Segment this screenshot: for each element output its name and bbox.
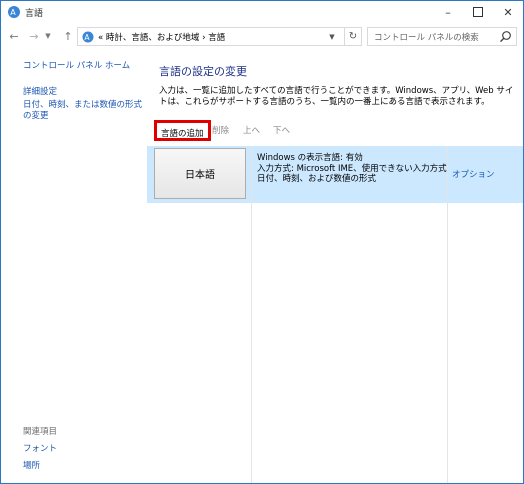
sidebar-link-location[interactable]: 場所 xyxy=(23,459,40,471)
maximize-icon[interactable] xyxy=(463,1,493,23)
sidebar: コントロール パネル ホーム 詳細設定 日付、時刻、または数値の形式の変更 関連… xyxy=(1,49,146,483)
control-panel-window: A 言語 – ✕ ← → ▼ ↑ A « 時計、言語、および地域 › 言語 ▼ … xyxy=(0,0,524,484)
control-panel-icon: A xyxy=(82,31,94,43)
input-method-status: 入力方式: Microsoft IME、使用できない入力方式 xyxy=(257,163,447,174)
formats-status: 日付、時刻、および数値の形式 xyxy=(257,174,377,184)
language-row-japanese[interactable]: 日本語 Windows の表示言語: 有効 入力方式: Microsoft IM… xyxy=(147,146,523,203)
svg-text:A: A xyxy=(84,33,90,42)
sidebar-link-advanced[interactable]: 詳細設定 xyxy=(23,85,57,97)
refresh-icon[interactable]: ↻ xyxy=(344,28,361,45)
window-title: 言語 xyxy=(25,9,44,19)
search-input[interactable]: コントロール パネルの検索 xyxy=(367,27,517,46)
chevron-down-icon[interactable]: ▼ xyxy=(43,28,53,44)
page-title: 言語の設定の変更 xyxy=(159,65,247,78)
language-info: Windows の表示言語: 有効 入力方式: Microsoft IME、使用… xyxy=(257,153,447,185)
column-divider xyxy=(251,146,252,483)
remove-button[interactable]: 削除 xyxy=(212,124,229,136)
column-divider xyxy=(447,146,448,483)
display-language-status: Windows の表示言語: 有効 xyxy=(257,153,363,163)
arrow-up-icon[interactable]: ↑ xyxy=(61,28,75,44)
address-bar[interactable]: A « 時計、言語、および地域 › 言語 ▼ ↻ xyxy=(77,27,362,46)
search-icon[interactable] xyxy=(499,30,512,43)
minimize-icon[interactable]: – xyxy=(433,1,463,23)
title-bar[interactable]: A 言語 – ✕ xyxy=(1,1,523,23)
page-description: 入力は、一覧に追加したすべての言語で行うことができます。Windows、アプリ、… xyxy=(159,86,514,107)
address-dropdown-icon[interactable]: ▼ xyxy=(326,30,338,44)
arrow-left-icon[interactable]: ← xyxy=(7,28,21,44)
language-tile[interactable]: 日本語 xyxy=(154,148,246,199)
language-toolbar: 言語の追加 削除 上へ 下へ xyxy=(147,119,523,143)
move-down-button[interactable]: 下へ xyxy=(273,124,290,136)
sidebar-link-formats[interactable]: 日付、時刻、または数値の形式の変更 xyxy=(23,100,143,122)
search-placeholder: コントロール パネルの検索 xyxy=(374,33,479,43)
address-path: « 時計、言語、および地域 › 言語 xyxy=(98,33,226,43)
options-link[interactable]: オプション xyxy=(452,168,495,180)
svg-text:A: A xyxy=(10,8,16,17)
move-up-button[interactable]: 上へ xyxy=(243,124,260,136)
add-language-button[interactable]: 言語の追加 xyxy=(154,120,211,141)
arrow-right-icon[interactable]: → xyxy=(27,28,41,44)
sidebar-link-home[interactable]: コントロール パネル ホーム xyxy=(23,59,130,71)
sidebar-link-fonts[interactable]: フォント xyxy=(23,442,57,454)
navigation-bar: ← → ▼ ↑ A « 時計、言語、および地域 › 言語 ▼ ↻ コントロール … xyxy=(1,25,523,47)
close-icon[interactable]: ✕ xyxy=(493,1,523,23)
language-app-icon: A xyxy=(8,6,20,18)
sidebar-related-heading: 関連項目 xyxy=(23,427,58,437)
